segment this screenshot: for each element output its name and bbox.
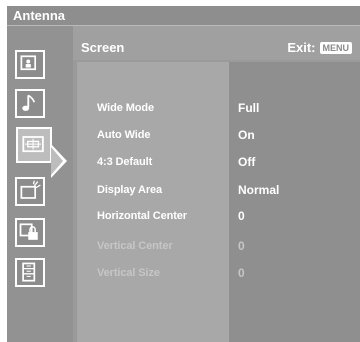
tv-settings-menu: Antenna Screen Exit: MENU Wide Mode Full… [7, 6, 360, 342]
panel-title-row: Screen Exit: MENU [73, 26, 360, 60]
exit-hint[interactable]: Exit: MENU [287, 40, 352, 55]
screen-icon [22, 136, 44, 153]
setting-value: On [238, 128, 255, 142]
setting-row-auto-wide[interactable]: Auto Wide On [77, 123, 360, 149]
channel-setup-icon [20, 180, 41, 199]
setting-label: Auto Wide [97, 129, 151, 141]
setting-label: Horizontal Center [97, 210, 187, 222]
setting-row-display-area[interactable]: Display Area Normal [77, 178, 360, 204]
lock-icon [19, 223, 38, 240]
setting-label: Vertical Size [97, 267, 160, 279]
music-note-icon [22, 94, 36, 111]
header-title: Antenna [13, 8, 65, 23]
setting-label: Display Area [97, 184, 163, 196]
active-pointer-fill [51, 147, 63, 175]
picture-icon [20, 55, 37, 71]
sidebar-item-lock[interactable] [15, 218, 45, 247]
setting-value: Full [238, 101, 260, 115]
menu-header: Antenna [7, 6, 360, 26]
setting-row-horizontal-center[interactable]: Horizontal Center 0 [77, 204, 360, 230]
setting-value: Off [238, 155, 256, 169]
sidebar-item-sound[interactable] [15, 89, 45, 118]
exit-label: Exit: [287, 40, 316, 55]
setting-value: Normal [238, 183, 280, 197]
setting-label: Vertical Center [97, 240, 173, 252]
setting-row-4-3-default[interactable]: 4:3 Default Off [77, 150, 360, 176]
setting-label: 4:3 Default [97, 156, 153, 168]
sidebar-item-setup[interactable] [15, 258, 45, 287]
sidebar-item-channel[interactable] [15, 177, 45, 206]
sidebar-item-screen[interactable] [16, 127, 52, 163]
sidebar-item-picture[interactable] [15, 50, 45, 79]
setup-icon [22, 262, 36, 282]
category-sidebar [7, 26, 73, 342]
setting-value: 0 [238, 239, 245, 253]
settings-list: Wide Mode Full Auto Wide On 4:3 Default … [77, 62, 360, 342]
menu-key-badge: MENU [319, 41, 352, 54]
setting-row-wide-mode[interactable]: Wide Mode Full [77, 96, 360, 122]
setting-label: Wide Mode [97, 102, 155, 114]
setting-row-vertical-size: Vertical Size 0 [77, 261, 360, 287]
setting-value: 0 [238, 209, 245, 223]
setting-row-vertical-center: Vertical Center 0 [77, 234, 360, 260]
page-title: Screen [81, 40, 125, 55]
setting-value: 0 [238, 266, 245, 280]
